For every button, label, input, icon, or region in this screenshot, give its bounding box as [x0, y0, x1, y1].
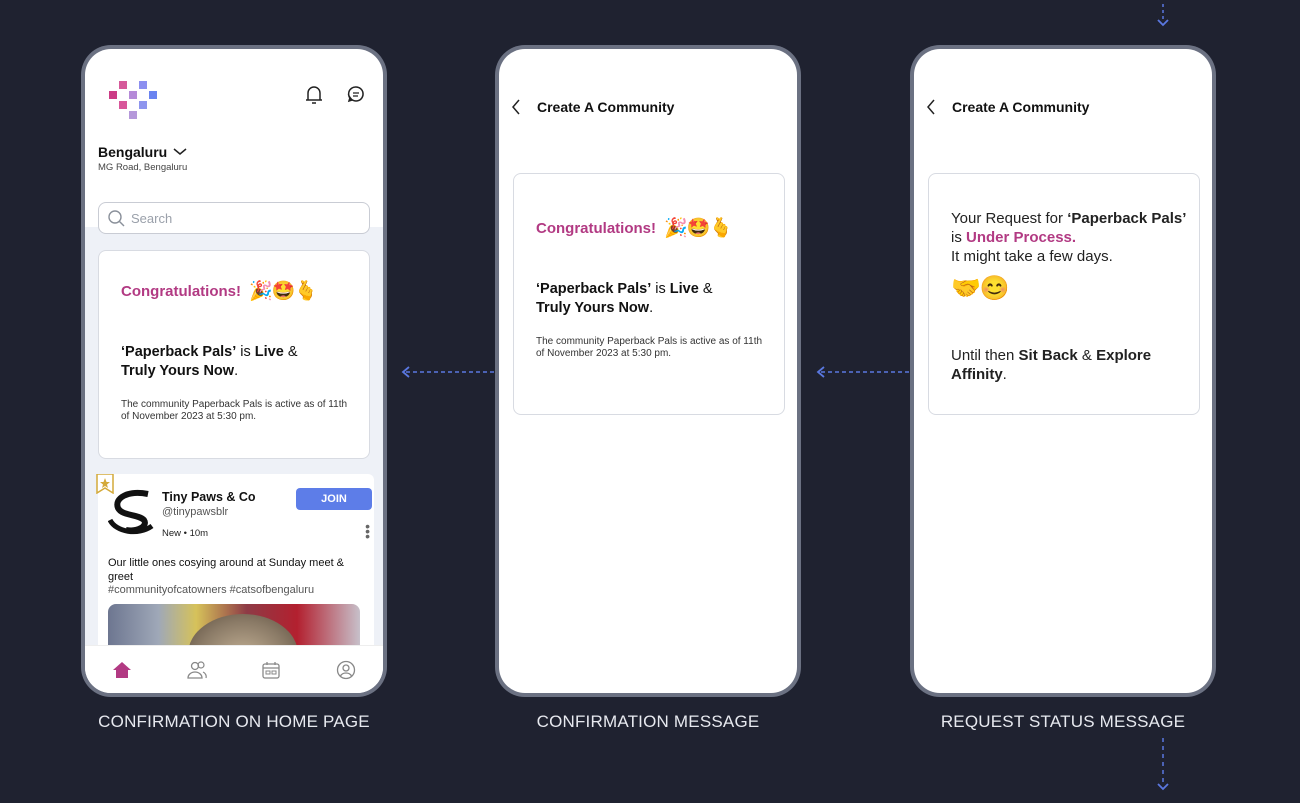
phone-request-status: Create A Community Your Request for ‘Pap…: [910, 45, 1216, 697]
community-avatar[interactable]: [108, 488, 156, 536]
post-meta: New • 10m: [162, 528, 209, 539]
confirmation-card: Congratulations! 🎉🤩🫰 ‘Paperback Pals’ is…: [513, 173, 785, 415]
congrats-title: Congratulations!: [121, 282, 241, 300]
flow-arrow-left-2: [816, 366, 909, 378]
search-input[interactable]: Search: [98, 202, 370, 234]
confirmation-card: Congratulations! 🎉🤩🫰 ‘Paperback Pals’ is…: [98, 250, 370, 459]
live-headline: ‘Paperback Pals’ is Live & Truly Yours N…: [121, 344, 298, 379]
city-name: Bengaluru: [98, 144, 168, 160]
caption-request-status: REQUEST STATUS MESSAGE: [940, 712, 1186, 731]
status-emojis: 🤝😊: [951, 275, 1010, 302]
search-icon: [108, 210, 125, 227]
back-icon[interactable]: [511, 99, 521, 115]
more-options-icon[interactable]: • • •: [365, 519, 370, 543]
location-selector[interactable]: Bengaluru MG Road, Bengaluru: [98, 144, 187, 173]
active-note: The community Paperback Pals is active a…: [536, 336, 763, 359]
request-status-screen: Create A Community Your Request for ‘Pap…: [914, 49, 1212, 693]
confirmation-screen: Create A Community Congratulations! 🎉🤩🫰 …: [499, 49, 797, 693]
flow-arrow-down-bottom: [1157, 738, 1169, 791]
nav-home-icon[interactable]: [112, 661, 132, 679]
congrats-title: Congratulations!: [536, 219, 656, 237]
bell-icon[interactable]: [305, 85, 323, 105]
post-hashtags[interactable]: #communityofcatowners #catsofbengaluru: [108, 584, 314, 596]
caption-confirmation-message: CONFIRMATION MESSAGE: [536, 712, 760, 731]
explore-text: Until then Sit Back & Explore Affinity.: [951, 347, 1152, 383]
flow-arrow-left-1: [401, 366, 494, 378]
nav-calendar-icon[interactable]: [261, 661, 281, 679]
phone-home-page: Bengaluru MG Road, Bengaluru Search Cong…: [81, 45, 387, 697]
caption-home-page: CONFIRMATION ON HOME PAGE: [98, 712, 370, 731]
chevron-down-icon: [173, 148, 187, 155]
celebration-emojis: 🎉🤩🫰: [664, 218, 733, 239]
celebration-emojis: 🎉🤩🫰: [249, 281, 318, 302]
request-status-text: Your Request for ‘Paperback Pals’ is Und…: [951, 210, 1187, 265]
join-button[interactable]: JOIN: [296, 488, 372, 510]
search-placeholder: Search: [131, 210, 173, 226]
page-title: Create A Community: [952, 99, 1090, 115]
page-title: Create A Community: [537, 99, 675, 115]
post-text: Our little ones cosying around at Sunday…: [108, 557, 345, 583]
app-logo-icon: [109, 81, 157, 119]
home-screen: Bengaluru MG Road, Bengaluru Search Cong…: [85, 49, 383, 693]
bottom-nav: [85, 645, 383, 693]
phone-confirmation-message: Create A Community Congratulations! 🎉🤩🫰 …: [495, 45, 801, 697]
area-name: MG Road, Bengaluru: [98, 162, 188, 173]
chat-icon[interactable]: [347, 85, 365, 103]
back-icon[interactable]: [926, 99, 936, 115]
community-handle: @tinypawsblr: [162, 506, 229, 518]
community-name[interactable]: Tiny Paws & Co: [162, 490, 256, 504]
flow-arrow-down-top: [1157, 4, 1169, 27]
live-headline: ‘Paperback Pals’ is Live & Truly Yours N…: [536, 281, 713, 316]
active-note: The community Paperback Pals is active a…: [121, 399, 348, 422]
nav-community-icon[interactable]: [187, 660, 207, 679]
community-post[interactable]: Tiny Paws & Co @tinypawsblr New • 10m JO…: [96, 474, 374, 684]
nav-profile-icon[interactable]: [336, 660, 356, 680]
status-card: Your Request for ‘Paperback Pals’ is Und…: [928, 173, 1200, 415]
